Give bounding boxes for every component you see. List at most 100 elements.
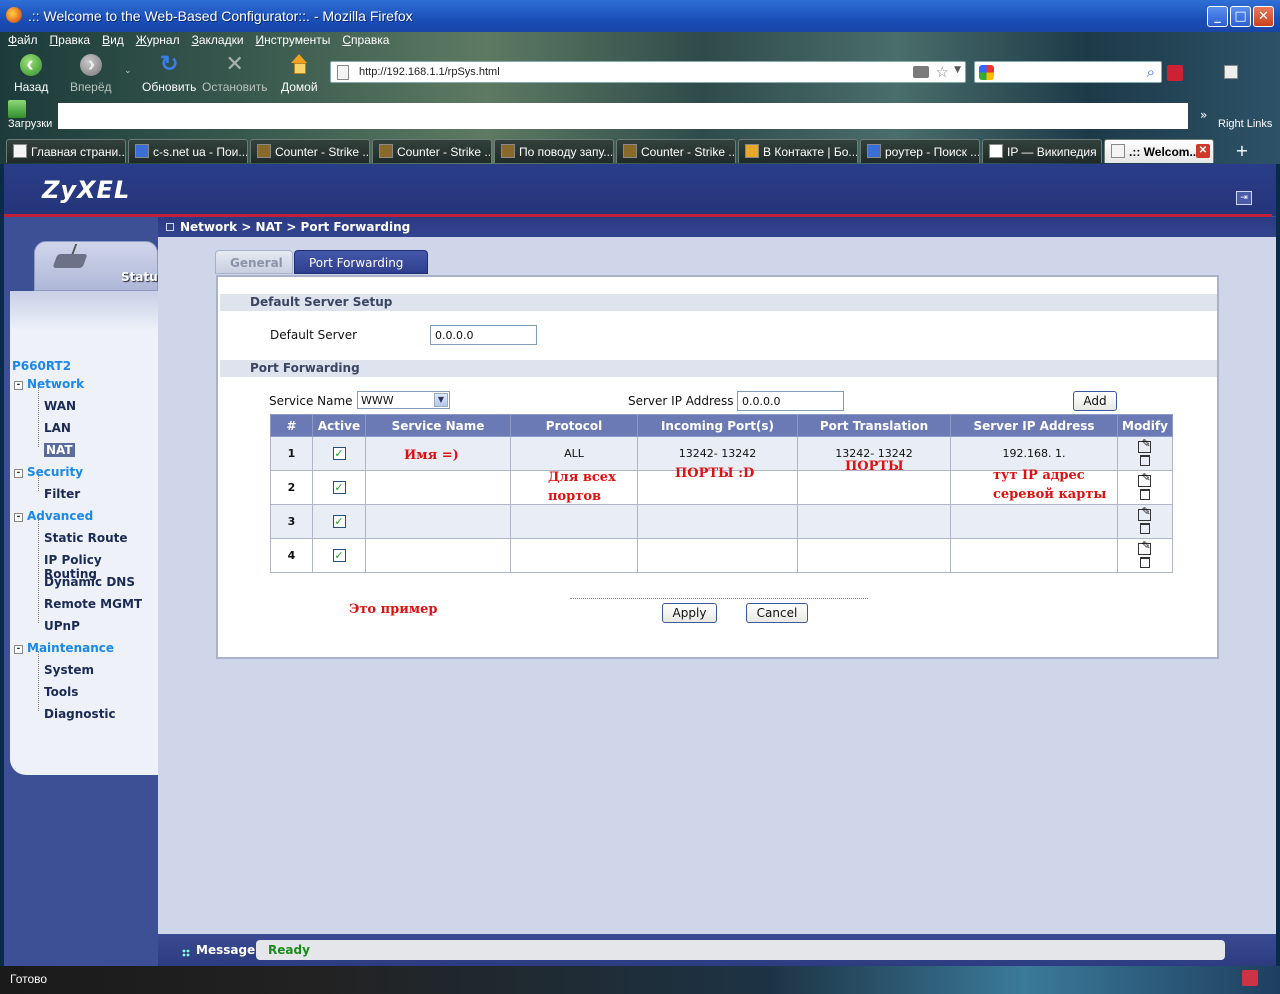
google-icon[interactable] — [979, 65, 994, 80]
menu-item-remote-mgmt[interactable]: Remote MGMT — [44, 597, 142, 611]
menu-network[interactable]: - Network — [14, 377, 84, 391]
addon-status-icon[interactable] — [1242, 970, 1258, 986]
server-ip-input[interactable] — [737, 391, 844, 411]
service-name-cell — [365, 470, 511, 505]
service-name-select[interactable]: WWW ▼ — [357, 391, 450, 409]
rss-icon[interactable] — [913, 66, 929, 78]
menu-help[interactable]: Справка — [342, 33, 389, 49]
collapse-icon[interactable]: - — [14, 469, 23, 478]
addon-icon[interactable] — [1167, 65, 1183, 81]
browser-tab[interactable]: По поводу запу... — [494, 139, 614, 163]
downloads-label[interactable]: Загрузки — [8, 118, 52, 130]
modify-cell — [1117, 436, 1173, 471]
browser-tab[interactable]: В Контакте | Бо... — [738, 139, 858, 163]
menu-view[interactable]: Вид — [102, 33, 124, 49]
browser-tab[interactable]: c-s.net ua - Пои... — [128, 139, 248, 163]
menu-bookmarks[interactable]: Закладки — [192, 33, 244, 49]
edit-icon[interactable] — [1138, 437, 1152, 453]
maximize-button[interactable]: □ — [1230, 6, 1251, 27]
close-window-button[interactable]: ✕ — [1253, 6, 1274, 27]
delete-icon[interactable] — [1139, 557, 1150, 568]
home-icon — [288, 54, 310, 76]
bookmark-star-icon[interactable]: ☆ — [936, 63, 949, 81]
new-tab-button[interactable]: + — [1230, 141, 1254, 163]
tab-port-forwarding[interactable]: Port Forwarding — [294, 250, 428, 274]
menu-edit[interactable]: Правка — [50, 33, 91, 49]
browser-tab[interactable]: IP — Википедия — [982, 139, 1102, 163]
collapse-icon[interactable]: - — [14, 513, 23, 522]
reload-button[interactable]: ↻ Обновить — [142, 53, 197, 95]
addon-k-icon[interactable] — [1224, 65, 1238, 79]
protocol-cell — [510, 538, 638, 573]
menu-advanced[interactable]: - Advanced — [14, 509, 93, 523]
close-tab-icon[interactable]: ✕ — [1196, 144, 1210, 158]
address-bar[interactable]: http://192.168.1.1/rpSys.html ☆ ▼ — [330, 61, 966, 83]
cancel-button[interactable]: Cancel — [746, 603, 808, 623]
home-button[interactable]: Домой — [281, 54, 318, 94]
edit-icon[interactable] — [1138, 539, 1152, 555]
apply-button[interactable]: Apply — [662, 603, 717, 623]
search-box[interactable]: ⌕ — [974, 61, 1162, 83]
back-label: Назад — [14, 80, 49, 94]
menu-maintenance[interactable]: - Maintenance — [14, 641, 114, 655]
incoming-ports-cell — [637, 538, 798, 573]
edit-icon[interactable] — [1138, 505, 1152, 521]
cs-icon — [257, 144, 271, 158]
browser-tab[interactable]: Counter - Strike ... — [250, 139, 370, 163]
default-server-input[interactable] — [430, 325, 537, 345]
url-dropdown-icon[interactable]: ▼ — [954, 65, 961, 75]
browser-toolbar-area: Файл Правка Вид Журнал Закладки Инструме… — [0, 32, 1280, 164]
active-cell: ✓ — [312, 470, 366, 505]
menu-file[interactable]: Файл — [8, 33, 38, 49]
stop-button[interactable]: ✕ Остановить — [202, 53, 268, 95]
menu-item-wan[interactable]: WAN — [44, 399, 76, 413]
search-icon[interactable]: ⌕ — [1147, 63, 1155, 81]
logout-icon[interactable]: ⇥ — [1236, 191, 1252, 205]
menu-item-dynamic-dns[interactable]: Dynamic DNS — [44, 575, 135, 589]
menu-item-system[interactable]: System — [44, 663, 94, 677]
menu-item-nat[interactable]: NAT — [44, 443, 75, 457]
delete-icon[interactable] — [1139, 489, 1150, 500]
row-number: 4 — [270, 538, 313, 573]
message-label: Message — [196, 943, 256, 957]
menu-tools[interactable]: Инструменты — [256, 33, 331, 49]
reload-label: Обновить — [142, 80, 197, 94]
message-box: Ready — [256, 940, 1225, 960]
active-checkbox[interactable]: ✓ — [332, 447, 346, 460]
menu-item-tools[interactable]: Tools — [44, 685, 78, 699]
menu-item-lan[interactable]: LAN — [44, 421, 71, 435]
active-checkbox[interactable]: ✓ — [332, 515, 346, 528]
collapse-icon[interactable]: - — [14, 381, 23, 390]
collapse-icon[interactable]: - — [14, 645, 23, 654]
back-button[interactable]: Назад — [14, 51, 49, 94]
menu-item-diagnostic[interactable]: Diagnostic — [44, 707, 116, 721]
browser-tab[interactable]: Counter - Strike ... — [372, 139, 492, 163]
edit-icon[interactable] — [1138, 471, 1152, 487]
menu-item-upnp[interactable]: UPnP — [44, 619, 80, 633]
delete-icon[interactable] — [1139, 455, 1150, 466]
add-button[interactable]: Add — [1073, 391, 1117, 411]
browser-tab[interactable]: .:: Welcom... ✕ — [1104, 139, 1214, 163]
status-tab[interactable]: Status — [34, 241, 165, 291]
menu-security[interactable]: - Security — [14, 465, 83, 479]
tree-line — [38, 519, 39, 623]
right-links-button[interactable]: Right Links — [1218, 118, 1272, 130]
history-dropdown[interactable]: ⌄ — [124, 65, 132, 76]
menu-item-static-route[interactable]: Static Route — [44, 531, 128, 545]
forward-button[interactable]: Вперёд — [70, 51, 112, 94]
menu-item-filter[interactable]: Filter — [44, 487, 80, 501]
tree-line — [38, 387, 39, 447]
browser-tab[interactable]: роутер - Поиск ... — [860, 139, 980, 163]
active-checkbox[interactable]: ✓ — [332, 481, 346, 494]
browser-tab[interactable]: Главная страни... — [6, 139, 126, 163]
protocol-cell: ALL — [510, 436, 638, 471]
port-translation-cell — [797, 470, 951, 505]
minimize-button[interactable]: _ — [1207, 6, 1228, 27]
tab-general[interactable]: General — [215, 250, 293, 274]
active-checkbox[interactable]: ✓ — [332, 549, 346, 562]
bookmarks-overflow-chevron[interactable]: » — [1200, 108, 1207, 122]
delete-icon[interactable] — [1139, 523, 1150, 534]
address-url[interactable]: http://192.168.1.1/rpSys.html — [359, 66, 500, 78]
browser-tab[interactable]: Counter - Strike ... — [616, 139, 736, 163]
menu-history[interactable]: Журнал — [136, 33, 180, 49]
